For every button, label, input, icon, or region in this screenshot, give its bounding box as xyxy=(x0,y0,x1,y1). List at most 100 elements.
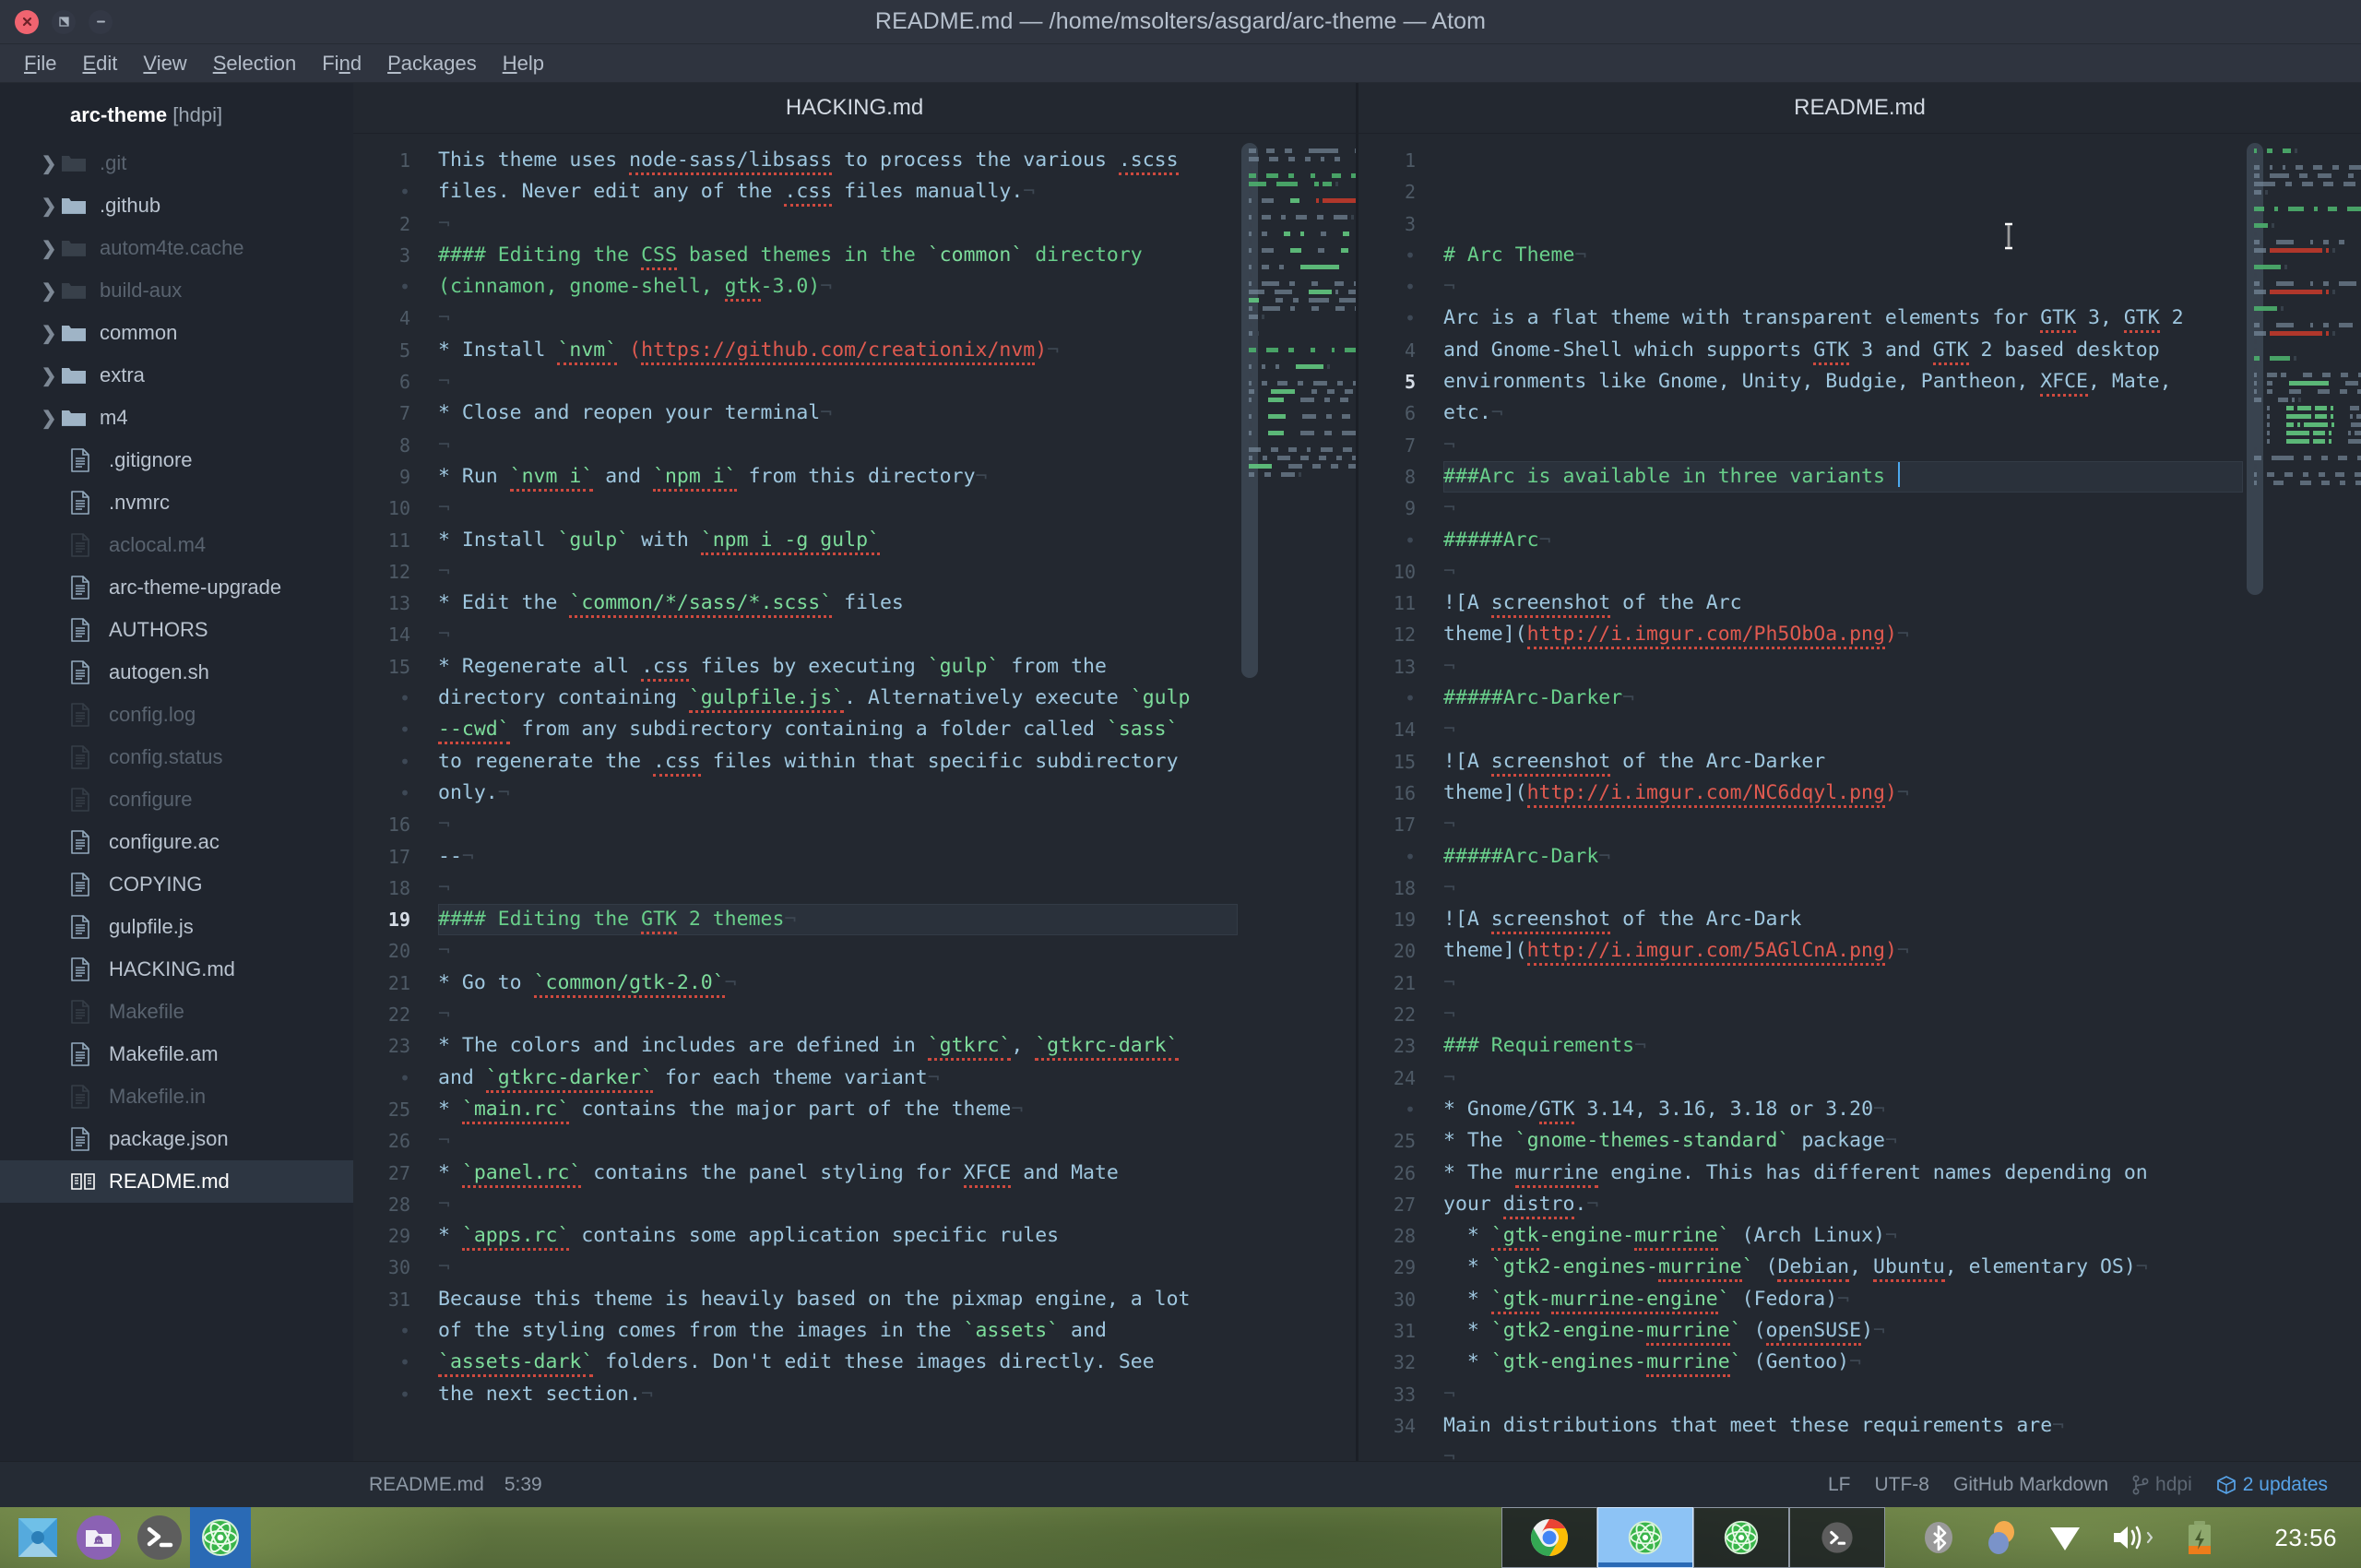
atom-icon[interactable] xyxy=(190,1507,251,1568)
code-line[interactable]: ¬ xyxy=(438,556,1238,588)
code-line[interactable]: ¬ xyxy=(1443,271,2243,303)
code-line[interactable]: * Install `nvm` (https://github.com/crea… xyxy=(438,335,1238,366)
code-line[interactable]: ¬ xyxy=(1443,1063,2243,1094)
code-line[interactable]: #####Arc¬ xyxy=(1443,525,2243,556)
code-line[interactable]: ¬ xyxy=(438,935,1238,967)
chevron-right-icon[interactable]: ❯ xyxy=(37,237,61,260)
code-line[interactable]: to regenerate the .css files within that… xyxy=(438,746,1238,778)
editor-area-right[interactable]: 1 2 3 • • • 4 5 6 7 8 9 • 10 11 12 13 • 14 15 16 17 • 18 19 20 21 2… xyxy=(1358,134,2361,1461)
chevron-right-icon[interactable]: ❯ xyxy=(37,322,61,345)
chevron-right-icon[interactable]: ❯ xyxy=(37,152,61,175)
tree-item-makefile-in[interactable]: Makefile.in xyxy=(0,1075,353,1118)
code-line[interactable]: ¬ xyxy=(1443,968,2243,999)
tree-item-configure[interactable]: configure xyxy=(0,778,353,821)
tree-item-aclocal-m4[interactable]: aclocal.m4 xyxy=(0,524,353,566)
code-line[interactable]: * Gnome/GTK 3.14, 3.16, 3.18 or 3.20¬ xyxy=(1443,1094,2243,1125)
code-line[interactable]: ¬ xyxy=(438,303,1238,334)
code-line[interactable]: files. Never edit any of the .css files … xyxy=(438,176,1238,208)
tree-item-autogen-sh[interactable]: autogen.sh xyxy=(0,651,353,694)
code-line[interactable]: etc.¬ xyxy=(1443,398,2243,429)
code-line[interactable]: theme](http://i.imgur.com/5AGlCnA.png)¬ xyxy=(1443,935,2243,967)
code-line[interactable]: * Install `gulp` with `npm i -g gulp` xyxy=(438,525,1238,556)
code-content-left[interactable]: This theme uses node-sass/libsass to pro… xyxy=(425,134,1238,1461)
chevron-right-icon[interactable]: ❯ xyxy=(37,279,61,303)
code-line[interactable]: * Regenerate all .css files by executing… xyxy=(438,651,1238,683)
code-line[interactable]: ¬ xyxy=(1443,493,2243,524)
menu-edit[interactable]: Edit xyxy=(69,49,130,78)
code-line[interactable]: theme](http://i.imgur.com/Ph5ObOa.png)¬ xyxy=(1443,619,2243,650)
menu-find[interactable]: Find xyxy=(309,49,374,78)
chevron-right-icon[interactable]: ❯ xyxy=(37,407,61,430)
code-line[interactable]: ![A screenshot of the Arc xyxy=(1443,588,2243,619)
code-line[interactable]: * `gtk-murrine-engine` (Fedora)¬ xyxy=(1443,1284,2243,1315)
window-button-atom-active[interactable] xyxy=(1597,1507,1694,1568)
code-line[interactable]: This theme uses node-sass/libsass to pro… xyxy=(438,145,1238,176)
code-line[interactable]: ###Arc is available in three variants xyxy=(1443,460,2243,493)
window-button-terminal[interactable] xyxy=(1789,1507,1886,1568)
chevron-right-icon[interactable]: ❯ xyxy=(37,364,61,387)
tree-item--nvmrc[interactable]: .nvmrc xyxy=(0,481,353,524)
menu-view[interactable]: View xyxy=(130,49,199,78)
code-line[interactable]: --cwd` from any subdirectory containing … xyxy=(438,714,1238,745)
code-line[interactable]: the next section.¬ xyxy=(438,1379,1238,1410)
code-line[interactable]: ¬ xyxy=(1443,430,2243,461)
menu-help[interactable]: Help xyxy=(490,49,557,78)
tree-item-copying[interactable]: COPYING xyxy=(0,863,353,906)
files-icon[interactable] xyxy=(68,1507,129,1568)
tree-item--git[interactable]: ❯ .git xyxy=(0,142,353,184)
code-line[interactable]: your distro.¬ xyxy=(1443,1189,2243,1220)
tree-item-build-aux[interactable]: ❯ build-aux xyxy=(0,269,353,312)
code-line[interactable]: ¬ xyxy=(438,493,1238,524)
code-line[interactable]: and `gtkrc-darker` for each theme varian… xyxy=(438,1063,1238,1094)
dropbox-icon[interactable] xyxy=(1983,1519,2020,1556)
code-line[interactable]: #### Editing the CSS based themes in the… xyxy=(438,240,1238,271)
code-line[interactable]: ¬ xyxy=(438,430,1238,461)
status-file-name[interactable]: README.md xyxy=(369,1474,484,1496)
code-line[interactable]: ¬ xyxy=(1443,1442,2243,1461)
minimap-right[interactable] xyxy=(2243,134,2361,1461)
code-line[interactable]: and Gnome-Shell which supports GTK 3 and… xyxy=(1443,335,2243,366)
tree-item-hacking-md[interactable]: HACKING.md xyxy=(0,948,353,991)
tree-item-config-status[interactable]: config.status xyxy=(0,736,353,778)
wifi-icon[interactable] xyxy=(2047,1522,2082,1553)
status-grammar[interactable]: GitHub Markdown xyxy=(1953,1474,2108,1496)
window-button-atom[interactable] xyxy=(1693,1507,1790,1568)
status-line-ending[interactable]: LF xyxy=(1828,1474,1851,1496)
tree-item-m4[interactable]: ❯ m4 xyxy=(0,397,353,439)
code-line[interactable]: ¬ xyxy=(438,208,1238,240)
tab-hacking-md[interactable]: HACKING.md xyxy=(786,95,923,121)
code-line[interactable]: of the styling comes from the images in … xyxy=(438,1315,1238,1347)
code-line[interactable]: ¬ xyxy=(1443,809,2243,840)
volume-icon[interactable] xyxy=(2110,1522,2156,1553)
code-line[interactable]: (cinnamon, gnome-shell, gtk-3.0)¬ xyxy=(438,271,1238,303)
code-line[interactable]: theme](http://i.imgur.com/NC6dqyl.png)¬ xyxy=(1443,778,2243,809)
tree-item--gitignore[interactable]: .gitignore xyxy=(0,439,353,481)
code-line[interactable]: ![A screenshot of the Arc-Dark xyxy=(1443,904,2243,935)
code-line[interactable]: * The `gnome-themes-standard` package¬ xyxy=(1443,1125,2243,1157)
menu-selection[interactable]: Selection xyxy=(200,49,310,78)
status-updates[interactable]: 2 updates xyxy=(2216,1474,2328,1496)
tree-view[interactable]: arc-theme [hdpi] ❯ .git ❯ .github ❯ autom4… xyxy=(0,83,353,1461)
code-line[interactable]: environments like Gnome, Unity, Budgie, … xyxy=(1443,366,2243,398)
tree-item-gulpfile-js[interactable]: gulpfile.js xyxy=(0,906,353,948)
close-icon[interactable] xyxy=(15,9,39,34)
code-line[interactable]: * Close and reopen your terminal¬ xyxy=(438,398,1238,429)
code-line[interactable]: ¬ xyxy=(1443,556,2243,588)
code-line[interactable]: * `gtk2-engine-murrine` (openSUSE)¬ xyxy=(1443,1315,2243,1347)
code-content-right[interactable]: # Arc Theme¬ ¬ Arc is a flat theme with tr… xyxy=(1430,134,2243,1461)
code-line[interactable]: ¬ xyxy=(1443,714,2243,745)
maximize-icon[interactable] xyxy=(52,9,76,34)
code-line[interactable]: * The murrine engine. This has different… xyxy=(1443,1158,2243,1189)
code-line[interactable]: ¬ xyxy=(1443,999,2243,1030)
tab-readme-md[interactable]: README.md xyxy=(1794,95,1926,121)
code-line[interactable]: * `gtk-engines-murrine` (Gentoo)¬ xyxy=(1443,1347,2243,1378)
code-line[interactable]: ### Requirements¬ xyxy=(1443,1030,2243,1062)
minimap-left[interactable] xyxy=(1238,134,1356,1461)
code-line[interactable]: Because this theme is heavily based on t… xyxy=(438,1284,1238,1315)
code-line[interactable]: * Edit the `common/*/sass/*.scss` files xyxy=(438,588,1238,619)
code-line[interactable]: #### Editing the GTK 2 themes¬ xyxy=(438,904,1238,936)
battery-icon[interactable] xyxy=(2184,1519,2215,1556)
code-line[interactable]: * Go to `common/gtk-2.0`¬ xyxy=(438,968,1238,999)
code-line[interactable]: Arc is a flat theme with transparent ele… xyxy=(1443,303,2243,334)
code-line[interactable]: # Arc Theme¬ xyxy=(1443,240,2243,271)
